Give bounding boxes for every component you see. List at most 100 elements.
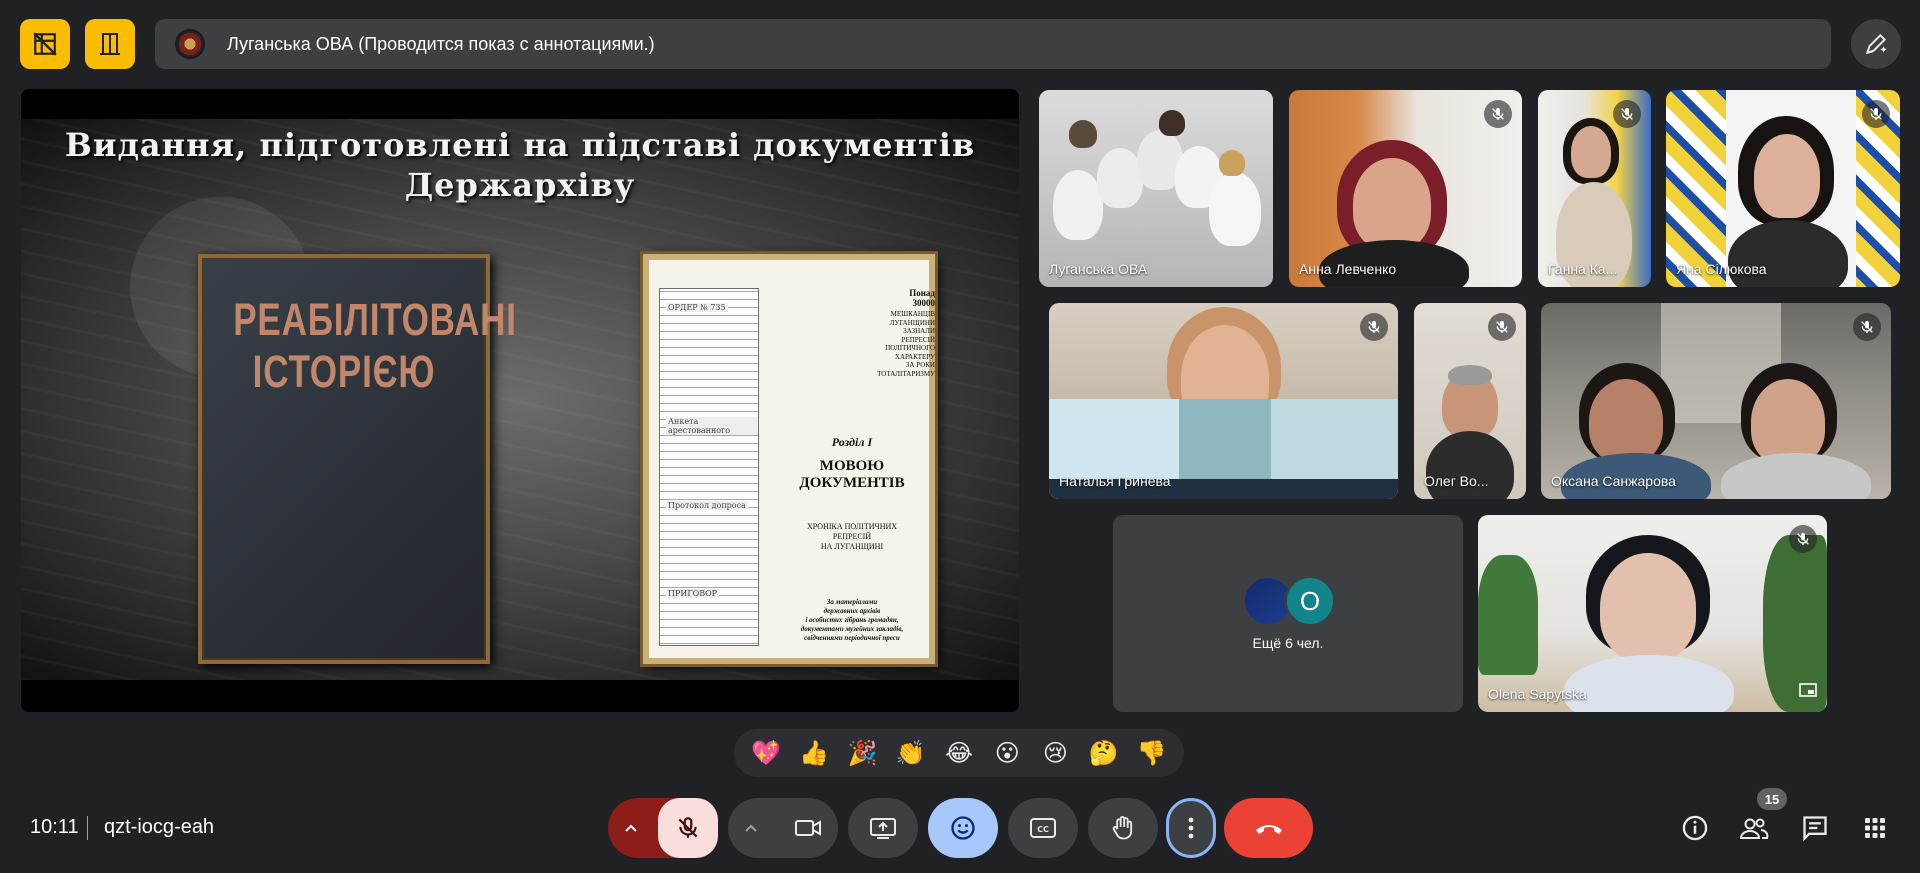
hand-icon xyxy=(1112,816,1133,840)
reaction-clapping[interactable]: 👏 xyxy=(891,739,931,768)
meeting-clock: 10:11 xyxy=(30,816,79,838)
slide-title-line1: Видання, підготовлені на підставі докуме… xyxy=(64,126,976,164)
clip-label: Протокол допроса xyxy=(666,501,748,510)
chevron-up-icon xyxy=(625,824,637,832)
meeting-details-button[interactable] xyxy=(1677,810,1713,846)
presentation-view[interactable]: Видання, підготовлені на підставі докуме… xyxy=(21,89,1019,712)
top-line: 30000 xyxy=(912,298,936,308)
footer-line: документами музейних закладів, xyxy=(800,625,904,633)
presentation-slide: Видання, підготовлені на підставі докуме… xyxy=(21,119,1019,680)
mic-off-indicator xyxy=(1484,100,1512,128)
book-right-main-title: МОВОЮ ДОКУМЕНТІВ xyxy=(769,458,935,492)
mic-off-indicator xyxy=(1360,313,1388,341)
clip-label: ПРИГОВОР xyxy=(666,589,720,598)
chat-button[interactable] xyxy=(1797,810,1833,846)
banner-text: Луганська ОВА (Проводится показ с аннота… xyxy=(227,33,655,54)
chevron-up-icon xyxy=(745,824,757,832)
mic-control-group xyxy=(608,798,718,858)
leave-call-button[interactable] xyxy=(1224,798,1313,858)
activities-button[interactable] xyxy=(1857,810,1893,846)
subtitle-line: ХРОНІКА ПОЛІТИЧНИХ xyxy=(806,522,898,531)
book-left-title-line1: РЕАБІЛІТОВАНІ xyxy=(233,294,517,345)
top-line: ЗА РОКИ xyxy=(905,361,935,369)
mic-off-indicator xyxy=(1853,313,1881,341)
companion-mode-button[interactable] xyxy=(85,19,135,69)
mic-off-icon xyxy=(1870,108,1882,120)
participant-tile[interactable]: Наталья Гринева xyxy=(1049,303,1398,499)
mic-off-icon xyxy=(678,817,698,838)
people-button[interactable] xyxy=(1736,810,1772,846)
participant-name: Яна Сілюкова xyxy=(1676,261,1767,277)
mic-off-icon xyxy=(1797,533,1809,545)
mic-off-indicator xyxy=(1488,313,1516,341)
org-logo xyxy=(175,29,205,59)
footer-line: і особистих зібрань громадян, xyxy=(805,616,899,624)
top-line: ЛУГАНЩИНИ xyxy=(889,318,935,327)
reaction-party-popper[interactable]: 🎉 xyxy=(843,739,883,768)
reaction-thinking[interactable]: 🤔 xyxy=(1084,739,1124,768)
clip-label: Анкета арестованного xyxy=(666,417,758,435)
footer-line: державних архівів xyxy=(823,607,881,615)
participant-name: Olena Sapytska xyxy=(1488,686,1587,702)
reaction-laughing[interactable]: 😂 xyxy=(939,739,979,768)
participant-tile[interactable]: Оксана Санжарова xyxy=(1541,303,1891,499)
chat-icon xyxy=(1803,816,1827,842)
participant-tile[interactable]: Яна Сілюкова xyxy=(1666,90,1900,287)
slide-title-line2: Держархіву xyxy=(404,166,636,204)
main-title-line: МОВОЮ xyxy=(819,458,885,474)
participant-avatar: O xyxy=(1285,576,1335,626)
participant-tile[interactable]: Луганська ОВА xyxy=(1039,90,1273,287)
mic-off-icon xyxy=(1496,321,1508,333)
top-line: ЗАЗНАЛИ xyxy=(903,327,935,335)
present-screen-button[interactable] xyxy=(848,798,918,858)
footer-line: свідченнями періодичної преси xyxy=(804,634,900,642)
hang-up-icon xyxy=(1255,825,1282,834)
mic-options-button[interactable] xyxy=(608,823,654,833)
reaction-thumbs-up[interactable]: 👍 xyxy=(794,739,834,768)
more-options-button[interactable] xyxy=(1166,798,1216,858)
divider xyxy=(87,816,88,840)
top-line: РЕПРЕСІЙ xyxy=(901,335,935,344)
main-title-line: ДОКУМЕНТІВ xyxy=(799,475,905,491)
annotate-button[interactable] xyxy=(1851,19,1901,69)
book-right-section: Розділ І xyxy=(831,435,873,449)
participant-tile[interactable]: Ганна Ка... xyxy=(1538,90,1651,287)
captions-button[interactable]: CC xyxy=(1008,798,1078,858)
door-icon xyxy=(100,33,120,55)
mic-off-indicator xyxy=(1789,525,1817,553)
mic-off-indicator xyxy=(1862,100,1890,128)
participant-count-badge: 15 xyxy=(1757,788,1787,810)
mic-toggle-button[interactable] xyxy=(658,798,718,858)
reaction-sparkling-heart[interactable]: 💖 xyxy=(746,739,786,768)
participant-name: Луганська ОВА xyxy=(1049,261,1148,277)
participant-tile[interactable]: Анна Левченко xyxy=(1289,90,1522,287)
pip-icon xyxy=(1799,683,1817,702)
grid-off-icon xyxy=(33,32,57,56)
subtitle-line: РЕПРЕСІЙ xyxy=(832,532,872,541)
mic-off-icon xyxy=(1368,321,1380,333)
book-cover-right: ОРДЕР № 735 Анкета арестованного Протоко… xyxy=(643,254,935,664)
raise-hand-button[interactable] xyxy=(1088,798,1158,858)
participant-name: Анна Левченко xyxy=(1299,261,1397,277)
participant-tile[interactable]: Олег Во... xyxy=(1414,303,1526,499)
presentation-banner: Луганська ОВА (Проводится показ с аннота… xyxy=(155,19,1831,69)
reaction-surprised[interactable]: 😮 xyxy=(987,739,1027,768)
book-cover-left: РЕАБІЛІТОВАНІ ІСТОРІЄЮ xyxy=(198,254,517,664)
reaction-thumbs-down[interactable]: 👎 xyxy=(1132,739,1172,768)
more-participants-tile[interactable]: O Ещё 6 чел. xyxy=(1113,515,1463,712)
book-right-footer: За матеріалами державних архівів і особи… xyxy=(769,598,935,643)
participant-name: Наталья Гринева xyxy=(1059,473,1171,489)
camera-options-button[interactable] xyxy=(728,823,774,833)
svg-text:CC: CC xyxy=(1037,825,1049,834)
camera-toggle-button[interactable] xyxy=(778,798,838,858)
meeting-code: qzt-iocg-eah xyxy=(104,816,215,838)
layout-off-button[interactable] xyxy=(20,19,70,69)
reaction-crying[interactable]: 😢 xyxy=(1035,739,1075,768)
emoji-smile-icon xyxy=(951,816,975,840)
reactions-bar: 💖 👍 🎉 👏 😂 😮 😢 🤔 👎 xyxy=(734,729,1184,777)
reactions-button[interactable] xyxy=(928,798,998,858)
camera-control-group xyxy=(728,798,838,858)
participant-tile[interactable]: Olena Sapytska xyxy=(1478,515,1827,712)
pen-sparkle-icon xyxy=(1865,33,1887,55)
top-line: Понад xyxy=(909,288,935,298)
